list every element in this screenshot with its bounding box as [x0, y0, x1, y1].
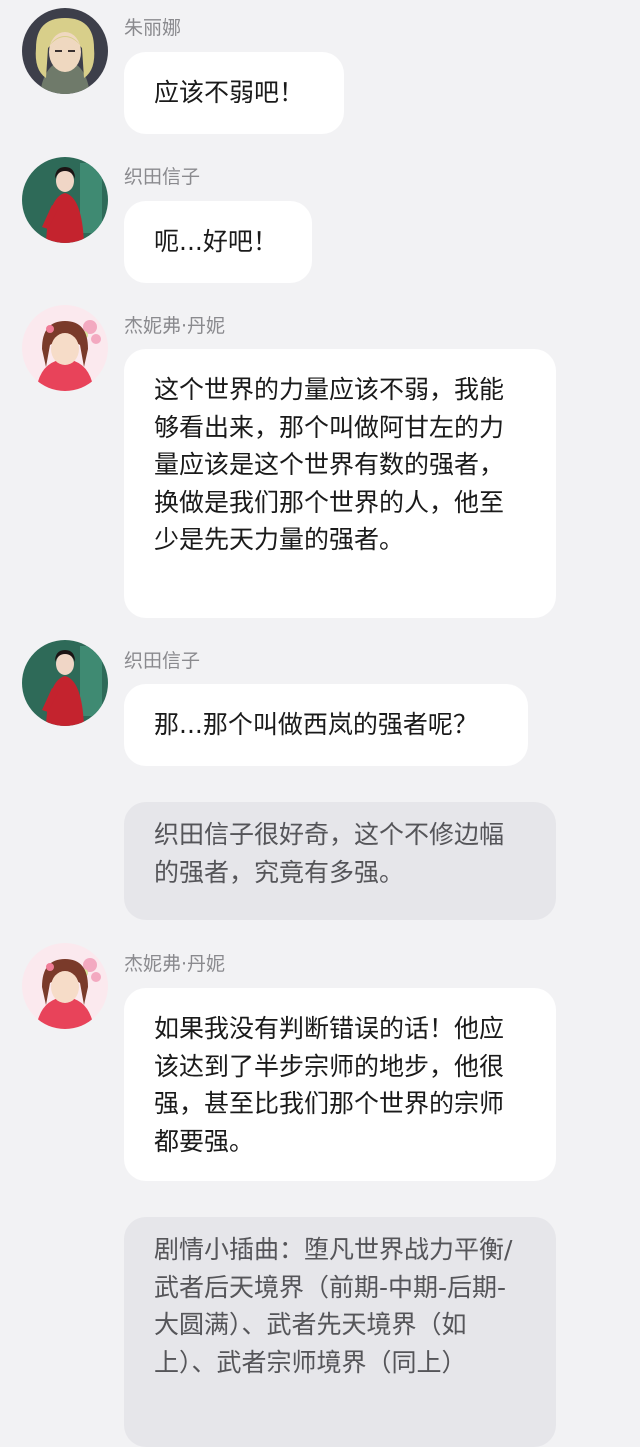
message-bubble[interactable]: 呃...好吧！	[124, 201, 312, 283]
message-bubble[interactable]: 如果我没有判断错误的话！他应该达到了半步宗师的地步，他很强，甚至比我们那个世界的…	[124, 988, 556, 1181]
narration-text: 织田信子很好奇，这个不修边幅的强者，究竟有多强。	[154, 820, 505, 887]
juliana-avatar[interactable]	[22, 8, 108, 94]
message-bubble[interactable]: 这个世界的力量应该不弱，我能够看出来，那个叫做阿甘左的力量应该是这个世界有数的强…	[124, 349, 556, 618]
narration-bubble: 织田信子很好奇，这个不修边幅的强者，究竟有多强。	[124, 802, 556, 920]
narration-text: 剧情小插曲：堕凡世界战力平衡/武者后天境界（前期-中期-后期-大圆满）、武者先天…	[154, 1235, 513, 1377]
jennifer-danny-avatar[interactable]	[22, 305, 108, 391]
message-text: 应该不弱吧！	[154, 78, 305, 108]
sender-name: 织田信子	[124, 166, 201, 188]
message-text: 那...那个叫做西岚的强者呢？	[154, 710, 478, 740]
jennifer-danny-avatar[interactable]	[22, 943, 108, 1029]
message-bubble[interactable]: 那...那个叫做西岚的强者呢？	[124, 684, 528, 766]
message-text: 这个世界的力量应该不弱，我能够看出来，那个叫做阿甘左的力量应该是这个世界有数的强…	[154, 375, 505, 554]
sender-name: 织田信子	[124, 650, 201, 672]
message-text: 如果我没有判断错误的话！他应该达到了半步宗师的地步，他很强，甚至比我们那个世界的…	[154, 1014, 505, 1156]
sender-name: 杰妮弗·丹妮	[124, 315, 226, 337]
message-text: 呃...好吧！	[154, 227, 278, 257]
oda-nobuko-avatar[interactable]	[22, 157, 108, 243]
sender-name: 杰妮弗·丹妮	[124, 953, 226, 975]
message-bubble[interactable]: 应该不弱吧！	[124, 52, 344, 134]
narration-bubble: 剧情小插曲：堕凡世界战力平衡/武者后天境界（前期-中期-后期-大圆满）、武者先天…	[124, 1217, 556, 1447]
oda-nobuko-avatar[interactable]	[22, 640, 108, 726]
sender-name: 朱丽娜	[124, 17, 182, 39]
